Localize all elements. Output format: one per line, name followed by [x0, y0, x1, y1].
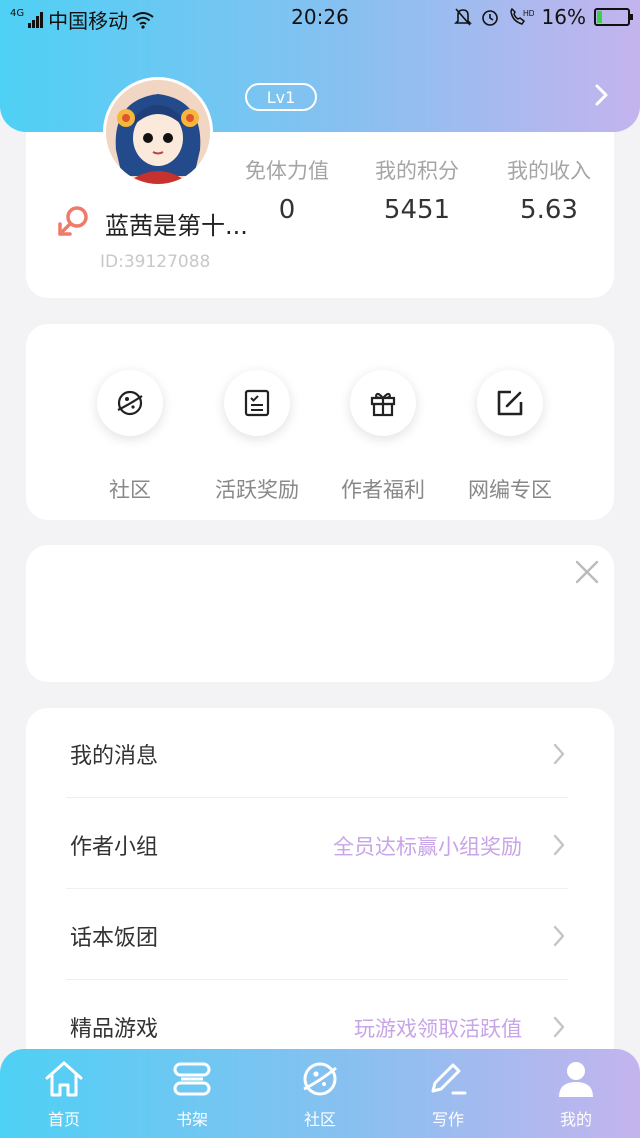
checklist-icon: [244, 389, 270, 417]
close-icon[interactable]: [574, 559, 600, 585]
battery-percent: 16%: [541, 5, 586, 29]
edit-icon: [497, 390, 523, 416]
user-id: ID:39127088: [100, 252, 211, 272]
stat-income[interactable]: 我的收入 5.63: [484, 155, 614, 225]
quick-action-community[interactable]: 社区: [65, 370, 195, 504]
chevron-right-icon: [553, 743, 565, 765]
profile-header: 4G 中国移动 20:26 HD 16% Lv1: [0, 0, 640, 132]
menu-item-label: 话本饭团: [70, 926, 159, 951]
tab-home[interactable]: 首页: [0, 1049, 128, 1138]
menu-item-author-group[interactable]: 作者小组 全员达标赢小组奖励: [26, 799, 614, 889]
chevron-right-icon: [553, 1016, 565, 1038]
menu-card: 我的消息 作者小组 全员达标赢小组奖励 话本饭团 精品游戏 玩游戏领取活跃值: [26, 708, 614, 1068]
banner-card: [26, 545, 614, 682]
stat-value: 5451: [383, 195, 451, 225]
quick-action-circle: [224, 370, 290, 436]
quick-action-label: 社区: [109, 478, 151, 502]
chevron-right-icon: [553, 925, 565, 947]
tab-community[interactable]: 社区: [256, 1049, 384, 1138]
hd-call-icon: HD: [509, 7, 534, 25]
battery-icon: [594, 8, 633, 26]
quick-action-editor-zone[interactable]: 网编专区: [445, 370, 575, 504]
level-badge[interactable]: Lv1: [245, 83, 317, 111]
menu-item-hint: 全员达标赢小组奖励: [333, 835, 522, 859]
avatar[interactable]: [103, 77, 213, 187]
stat-label: 我的积分: [375, 159, 459, 183]
mute-bell-icon: [453, 8, 472, 26]
menu-item-fan-group[interactable]: 话本饭团: [26, 890, 614, 980]
tab-bookshelf[interactable]: 书架: [128, 1049, 256, 1138]
quick-action-circle: [97, 370, 163, 436]
quick-action-label: 活跃奖励: [215, 478, 299, 502]
user-icon: [559, 1062, 593, 1097]
quick-action-circle: [477, 370, 543, 436]
tab-label: 书架: [175, 1110, 208, 1129]
stat-stamina[interactable]: 免体力值 0: [222, 155, 352, 225]
status-icons: HD 16%: [453, 5, 633, 29]
menu-divider: [66, 797, 568, 798]
alarm-icon: [481, 10, 498, 26]
status-bar: 4G 中国移动 20:26 HD 16%: [0, 0, 640, 34]
planet-icon: [303, 1062, 337, 1096]
menu-item-label: 我的消息: [70, 744, 159, 769]
profile-chevron-right-icon[interactable]: [588, 80, 614, 110]
avatar-image: [106, 80, 210, 184]
tab-label: 写作: [431, 1110, 464, 1129]
svg-text:HD: HD: [523, 9, 534, 18]
tab-label: 我的: [559, 1110, 592, 1129]
menu-item-hint: 玩游戏领取活跃值: [354, 1017, 522, 1041]
stat-value: 0: [278, 195, 296, 225]
menu-item-my-messages[interactable]: 我的消息: [26, 708, 614, 798]
bottom-tab-bar: 首页 书架 社区 写作 我的: [0, 1049, 640, 1138]
pen-icon: [431, 1063, 467, 1095]
tab-label: 首页: [47, 1110, 80, 1129]
menu-item-label: 精品游戏: [70, 1017, 159, 1042]
gender-icon: [58, 206, 88, 236]
stat-points[interactable]: 我的积分 5451: [352, 155, 482, 225]
gift-icon: [370, 392, 396, 417]
stat-value: 5.63: [520, 195, 578, 225]
tab-me[interactable]: 我的: [512, 1049, 640, 1138]
menu-divider: [66, 979, 568, 980]
battery-fill: [597, 11, 603, 23]
menu-item-label: 作者小组: [70, 835, 159, 860]
quick-action-label: 网编专区: [468, 478, 552, 502]
quick-action-label: 作者福利: [341, 478, 425, 502]
tab-label: 社区: [303, 1110, 336, 1129]
home-icon: [45, 1061, 83, 1097]
tab-write[interactable]: 写作: [384, 1049, 512, 1138]
stat-label: 免体力值: [245, 159, 329, 183]
quick-actions-card: 社区 活跃奖励 作者福利 网编专区: [26, 324, 614, 520]
quick-action-author-benefits[interactable]: 作者福利: [318, 370, 448, 504]
planet-icon: [117, 390, 143, 416]
bookshelf-icon: [173, 1062, 211, 1096]
chevron-right-icon: [553, 834, 565, 856]
quick-action-circle: [350, 370, 416, 436]
stat-label: 我的收入: [507, 159, 591, 183]
quick-action-activity-reward[interactable]: 活跃奖励: [192, 370, 322, 504]
menu-divider: [66, 888, 568, 889]
